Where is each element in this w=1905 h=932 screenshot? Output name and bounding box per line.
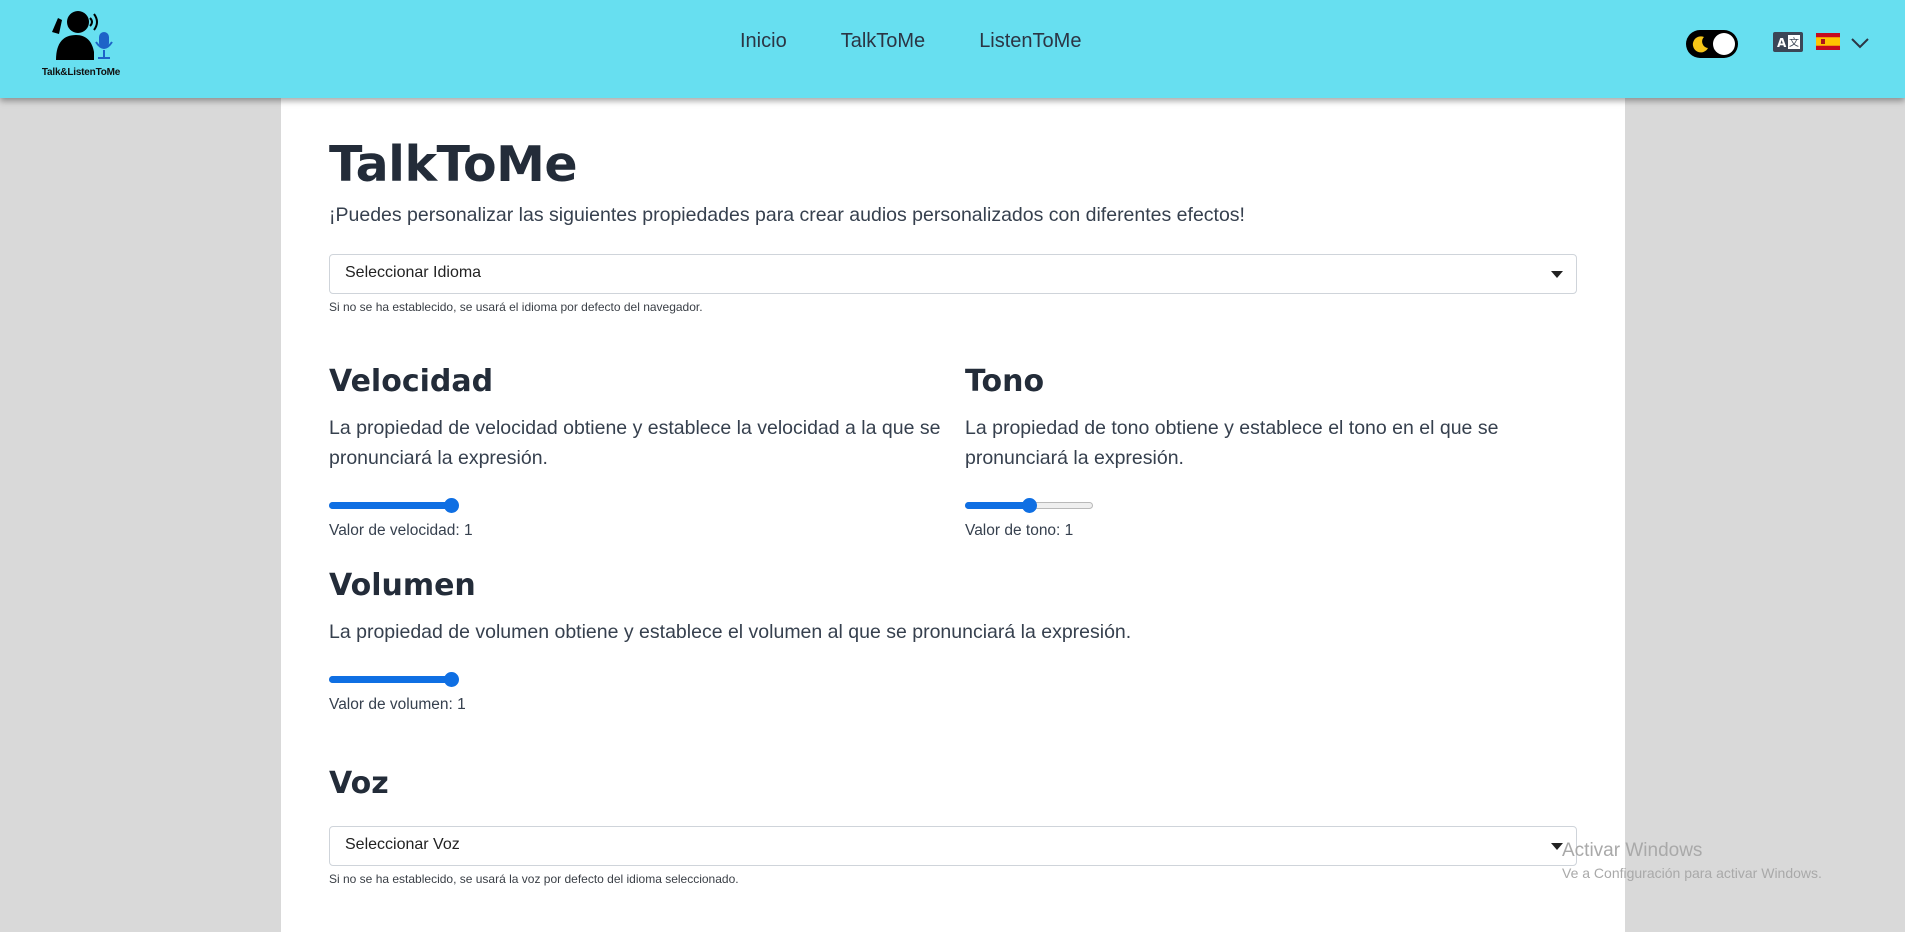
speed-description: La propiedad de velocidad obtiene y esta… (329, 417, 941, 469)
language-hint: Si no se ha establecido, se usará el idi… (329, 300, 703, 314)
toggle-knob (1713, 33, 1735, 55)
slider-fill (329, 676, 451, 683)
voice-select-value: Seleccionar Voz (345, 836, 460, 853)
chevron-down-icon[interactable] (1850, 36, 1870, 50)
nav-link-talktome[interactable]: TalkToMe (841, 30, 925, 53)
slider-fill (965, 502, 1029, 509)
logo[interactable]: Talk&ListenToMe (38, 8, 124, 80)
voice-hint: Si no se ha establecido, se usará la voz… (329, 872, 739, 886)
logo-icon (52, 11, 113, 60)
svg-text:A: A (1777, 36, 1787, 50)
speed-title: Velocidad (329, 364, 494, 399)
language-select[interactable]: Seleccionar Idioma (329, 254, 1577, 294)
pitch-slider[interactable] (965, 497, 1095, 513)
slider-fill (329, 502, 451, 509)
speed-slider[interactable] (329, 497, 459, 513)
logo-text: Talk&ListenToMe (41, 67, 121, 78)
nav-links: Inicio TalkToMe ListenToMe (740, 30, 1135, 53)
main-panel: TalkToMe ¡Puedes personalizar las siguie… (281, 98, 1625, 932)
intro-text: ¡Puedes personalizar las siguientes prop… (329, 204, 1245, 226)
page-title: TalkToMe (329, 136, 578, 193)
slider-thumb[interactable] (444, 498, 459, 513)
caret-down-icon (1551, 271, 1563, 278)
nav-link-listentome[interactable]: ListenToMe (979, 30, 1081, 53)
pitch-title: Tono (965, 364, 1045, 399)
volume-title: Volumen (329, 568, 476, 603)
slider-thumb[interactable] (1022, 498, 1037, 513)
pitch-description: La propiedad de tono obtiene y establece… (965, 417, 1499, 469)
nav-link-inicio[interactable]: Inicio (740, 30, 787, 53)
navbar: Talk&ListenToMe Inicio TalkToMe ListenTo… (0, 0, 1905, 98)
translate-icon[interactable]: A 文 (1773, 32, 1803, 52)
speed-value-label: Valor de velocidad: 1 (329, 522, 473, 539)
voice-title: Voz (329, 766, 389, 801)
svg-text:文: 文 (1789, 36, 1799, 49)
voice-select[interactable]: Seleccionar Voz (329, 826, 1577, 866)
slider-thumb[interactable] (444, 672, 459, 687)
windows-activation-watermark: Activar Windows Ve a Configuración para … (1562, 840, 1822, 881)
pitch-value-label: Valor de tono: 1 (965, 522, 1074, 539)
watermark-subtitle: Ve a Configuración para activar Windows. (1562, 865, 1822, 881)
volume-description: La propiedad de volumen obtiene y establ… (329, 621, 1132, 643)
spain-flag-icon[interactable] (1816, 33, 1840, 50)
theme-toggle[interactable] (1686, 30, 1738, 58)
moon-icon (1692, 36, 1708, 53)
language-select-value: Seleccionar Idioma (345, 264, 482, 281)
volume-value-label: Valor de volumen: 1 (329, 696, 466, 713)
watermark-title: Activar Windows (1562, 840, 1703, 861)
volume-slider[interactable] (329, 671, 459, 687)
